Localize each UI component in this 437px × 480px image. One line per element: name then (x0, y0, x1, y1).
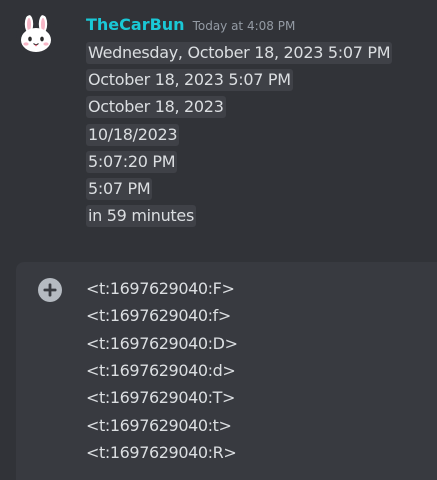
timestamp-line: October 18, 2023 5:07 PM (86, 66, 392, 93)
bunny-icon (16, 14, 56, 54)
timestamp-line: October 18, 2023 (86, 94, 392, 121)
timestamp-date-short[interactable]: 10/18/2023 (86, 123, 180, 146)
timestamp-date-long[interactable]: October 18, 2023 (86, 96, 226, 119)
timestamp-full-long[interactable]: Wednesday, October 18, 2023 5:07 PM (86, 41, 393, 64)
attach-button[interactable] (38, 278, 62, 302)
timestamp-line: Wednesday, October 18, 2023 5:07 PM (86, 39, 393, 66)
composer-text-line: <t:1697629040:d> (86, 361, 236, 381)
composer-text-line: <t:1697629040:R> (86, 442, 237, 462)
author-name[interactable]: TheCarBun (86, 14, 185, 36)
message-content: Wednesday, October 18, 2023 5:07 PM Octo… (86, 39, 393, 230)
timestamp-full-short[interactable]: October 18, 2023 5:07 PM (86, 68, 293, 91)
chat-view: TheCarBun Today at 4:08 PM Wednesday, Oc… (0, 0, 437, 480)
timestamp-line: 5:07 PM (86, 175, 392, 202)
timestamp-relative[interactable]: in 59 minutes (86, 205, 196, 228)
chat-message: TheCarBun Today at 4:08 PM Wednesday, Oc… (0, 0, 437, 240)
message-composer[interactable]: <t:1697629040:F> <t:1697629040:f> <t:169… (16, 262, 437, 480)
composer-text-line: <t:1697629040:f> (86, 306, 231, 326)
timestamp-line: in 59 minutes (86, 203, 392, 230)
composer-text-line: <t:1697629040:F> (86, 279, 235, 299)
timestamp-line: 5:07:20 PM (86, 148, 392, 175)
composer-text-line: <t:1697629040:t> (86, 415, 232, 435)
message-header: TheCarBun Today at 4:08 PM (86, 14, 295, 38)
timestamp-time-long[interactable]: 5:07:20 PM (86, 150, 178, 173)
composer-text-line: <t:1697629040:D> (86, 333, 238, 353)
timestamp-time-short[interactable]: 5:07 PM (86, 178, 153, 201)
avatar[interactable] (16, 14, 56, 54)
timestamp-line: 10/18/2023 (86, 121, 392, 148)
composer-input[interactable]: <t:1697629040:F> <t:1697629040:f> <t:169… (86, 275, 238, 466)
plus-circle-icon (38, 278, 62, 302)
message-timestamp[interactable]: Today at 4:08 PM (193, 15, 296, 37)
composer-text-line: <t:1697629040:T> (86, 388, 236, 408)
